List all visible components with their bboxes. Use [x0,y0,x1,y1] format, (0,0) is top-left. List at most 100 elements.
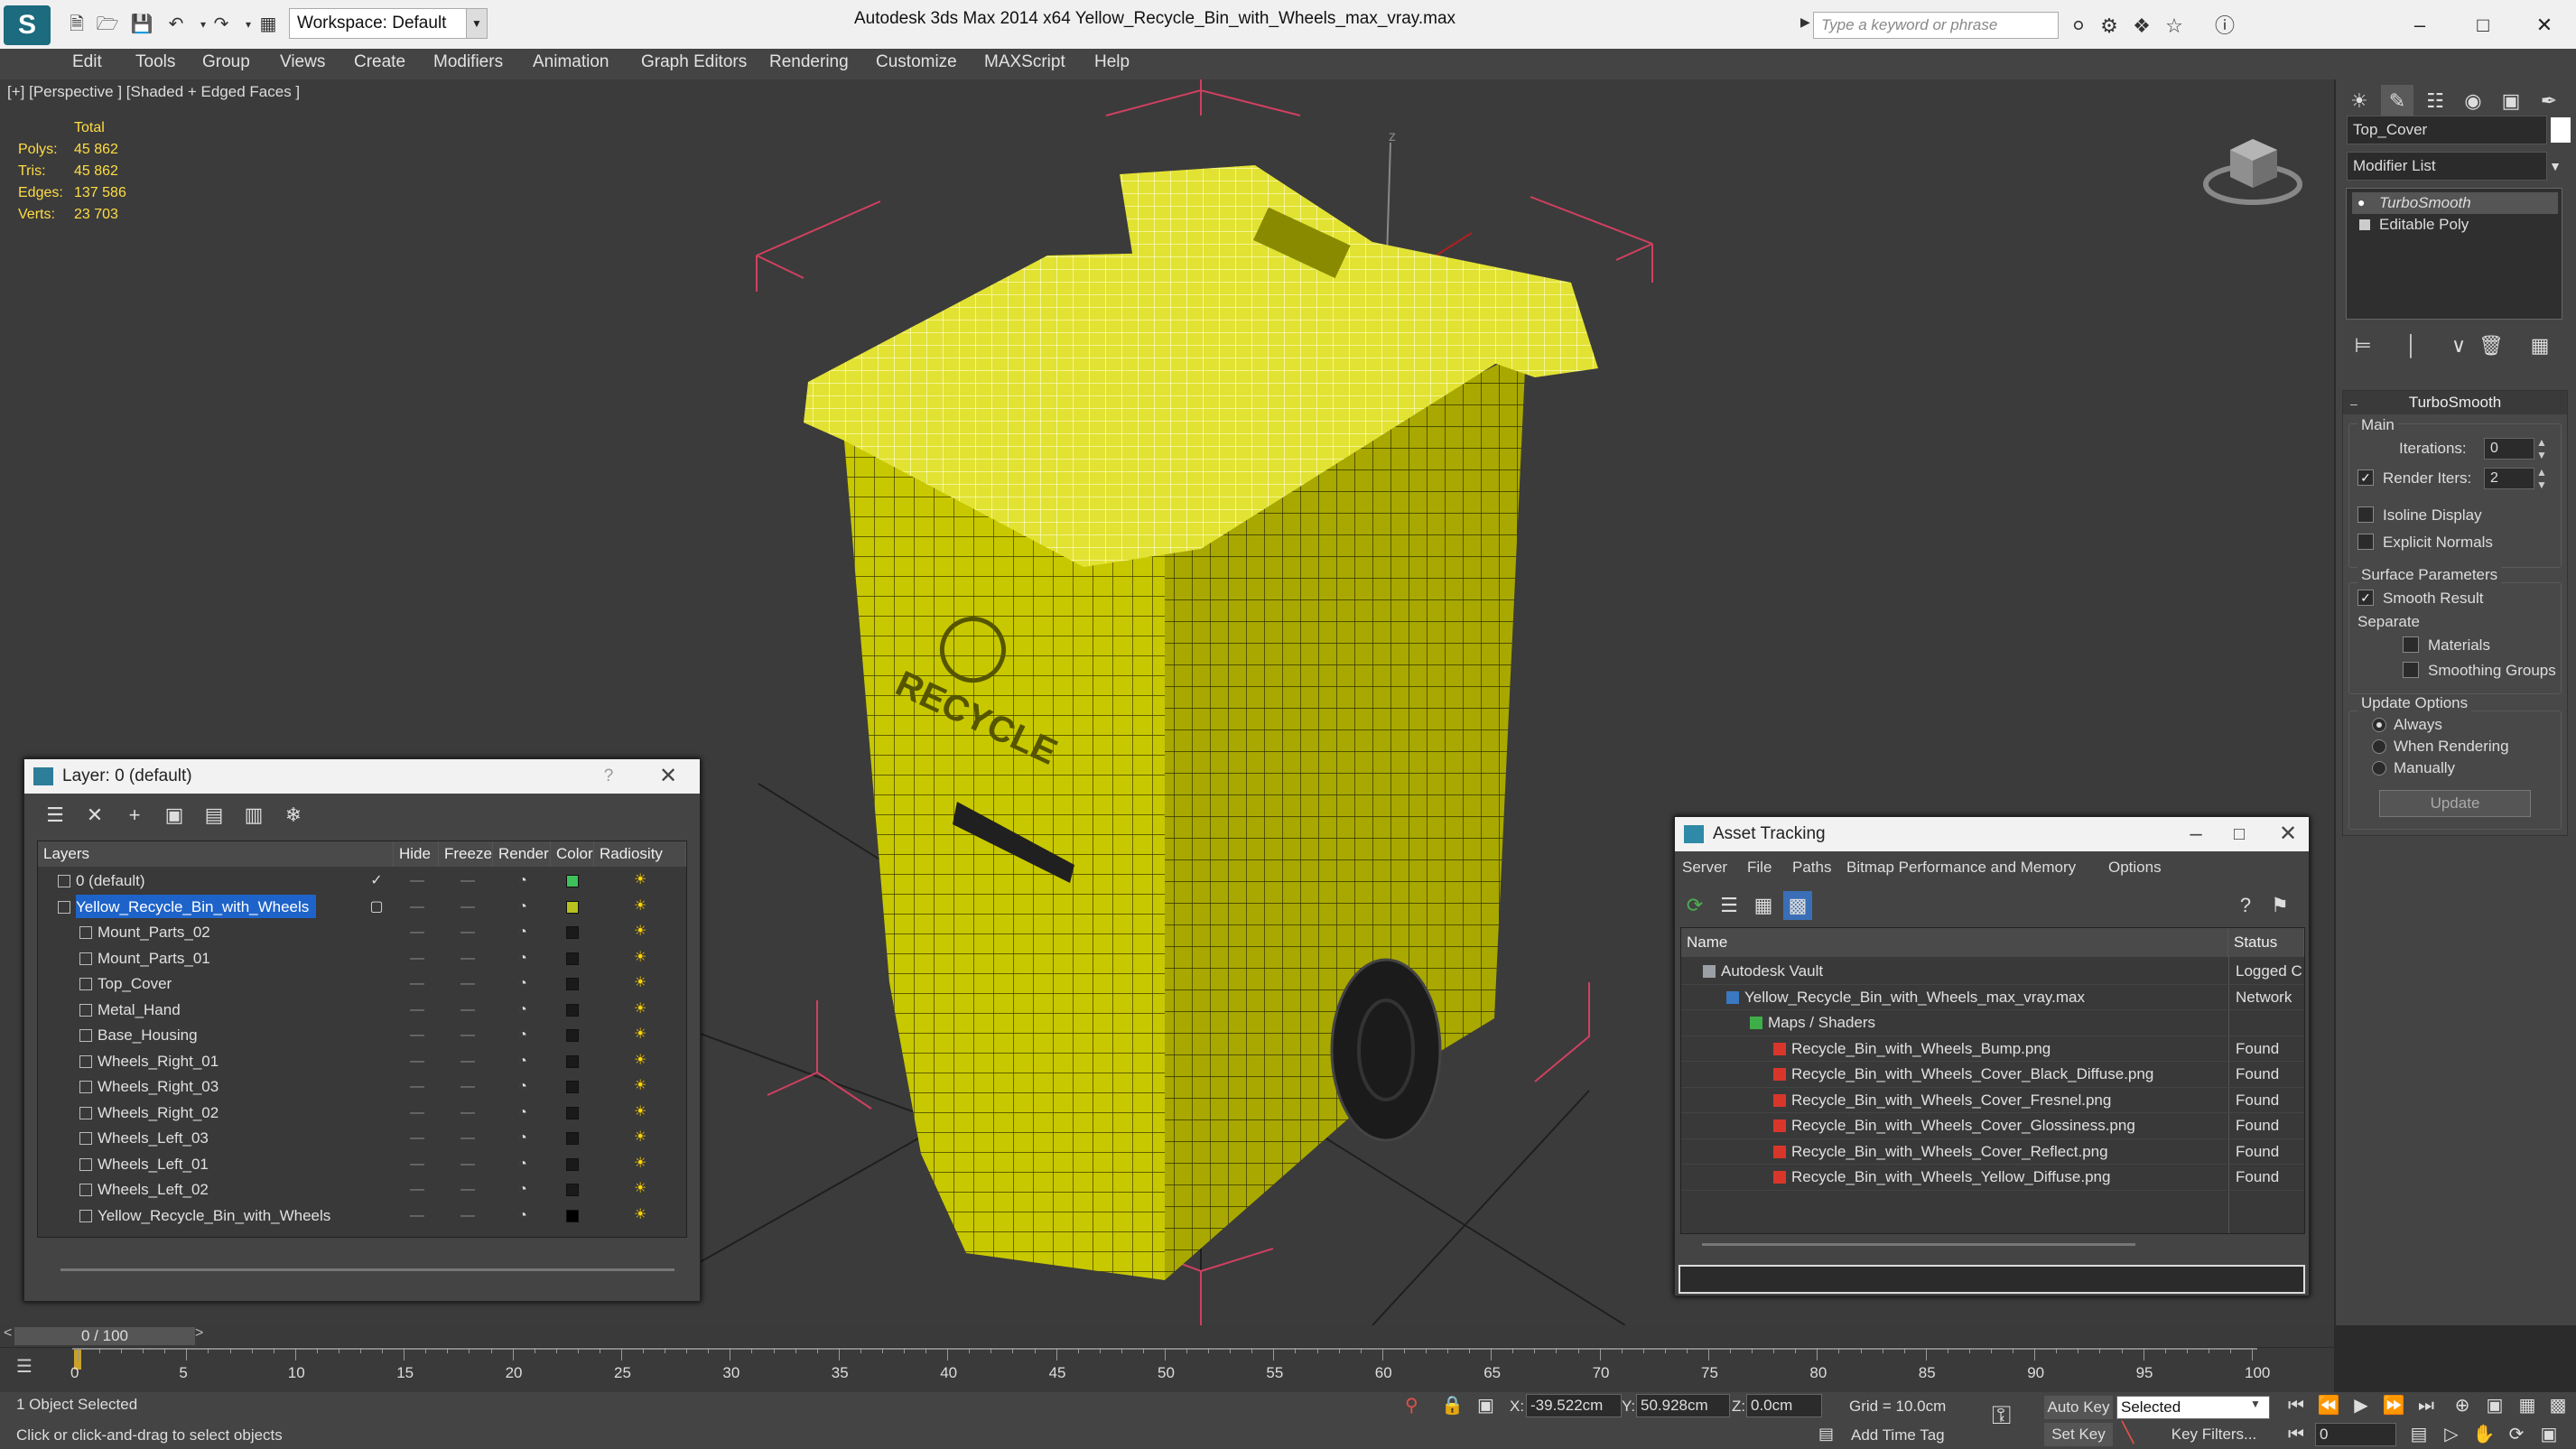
pin-stack-icon[interactable]: ⊨ [2349,332,2376,359]
layer-horizontal-scrollbar[interactable] [60,1268,674,1271]
key-selection-dropdown[interactable]: Selected [2116,1396,2270,1419]
highlight-layer-icon[interactable]: ▤ [200,801,228,830]
workspace-select[interactable]: Workspace: Default [289,8,477,39]
hide-toggle[interactable]: — [401,868,433,894]
radiosity-bulb-icon[interactable]: ☀ [634,1079,648,1093]
asset-row[interactable]: Autodesk Vault Logged C [1681,959,2304,985]
radiosity-bulb-icon[interactable]: ☀ [634,1156,648,1171]
asset-path-field[interactable] [1679,1265,2305,1294]
column-render[interactable]: Render [493,841,551,867]
grid-view-icon[interactable]: ▩ [1783,891,1812,920]
asset-row[interactable]: Recycle_Bin_with_Wheels_Cover_Black_Diff… [1681,1062,2304,1088]
freeze-toggle[interactable]: — [451,1203,484,1229]
radiosity-bulb-icon[interactable]: ☀ [634,1104,648,1119]
viewport-label-menu[interactable]: [+] [Perspective ] [Shaded + Edged Faces… [7,83,300,101]
when-rendering-radio[interactable] [2372,739,2386,754]
render-teapot-icon[interactable]: ◔ [509,1049,536,1074]
freeze-toggle[interactable]: — [451,1126,484,1151]
layer-row[interactable]: Wheels_Right_01 — — ◔ ☀ [38,1049,686,1075]
utilities-tab-icon[interactable]: ✒ [2533,85,2565,117]
rollout-collapse-icon[interactable]: – [2350,396,2357,411]
hide-toggle[interactable]: — [401,1152,433,1177]
favorites-star-icon[interactable]: ☆ [2162,14,2187,39]
radiosity-bulb-icon[interactable]: ☀ [634,1053,648,1068]
workspace-dropdown-icon[interactable]: ▼ [466,8,488,39]
key-filters-button[interactable]: Key Filters... [2160,1423,2268,1446]
materials-checkbox[interactable] [2403,636,2419,653]
layer-name[interactable]: Top_Cover [98,971,179,995]
make-unique-icon[interactable]: ∨ [2445,332,2472,359]
always-radio[interactable] [2372,718,2386,732]
binoculars-icon[interactable]: ⚪ [2066,14,2091,39]
menu-rendering[interactable]: Rendering [769,52,849,72]
app-logo-button[interactable]: S [4,5,51,45]
hierarchy-tab-icon[interactable]: ☷ [2419,85,2451,117]
menu-maxscript[interactable]: MAXScript [984,52,1065,72]
refresh-icon[interactable]: ⟳ [1680,891,1709,920]
render-iters-checkbox[interactable]: ✓ [2357,469,2374,486]
render-teapot-icon[interactable]: ◔ [509,868,536,894]
asset-help-icon[interactable]: ? [2231,891,2260,920]
radiosity-bulb-icon[interactable]: ☀ [634,1130,648,1145]
create-layer-icon[interactable]: ☰ [41,801,70,830]
play-icon[interactable]: ▶ [2348,1392,2375,1419]
explicit-normals-checkbox[interactable] [2357,534,2374,550]
layer-color-swatch[interactable] [566,900,579,914]
save-file-icon[interactable]: 💾 [130,13,153,36]
time-tag-icon[interactable]: ▤ [1818,1425,1834,1444]
layer-row[interactable]: Wheels_Right_03 — — ◔ ☀ [38,1074,686,1101]
time-slider-thumb[interactable]: 0 / 100 [14,1327,195,1345]
viewcube-icon[interactable] [2194,114,2311,213]
orbit-icon[interactable]: ⟳ [2503,1421,2530,1448]
menu-modifiers[interactable]: Modifiers [433,52,503,72]
column-freeze[interactable]: Freeze [439,841,493,867]
radiosity-bulb-icon[interactable]: ☀ [634,976,648,990]
undo-icon[interactable]: ↶ [164,13,188,36]
render-teapot-icon[interactable]: ◔ [509,971,536,997]
maximize-window-icon[interactable]: □ [2458,7,2508,43]
search-input[interactable]: Type a keyword or phrase [1813,12,2059,39]
render-teapot-icon[interactable]: ◔ [509,1203,536,1229]
layer-color-swatch[interactable] [566,1081,579,1093]
isolate-selection-icon[interactable]: ⚲ [1405,1394,1418,1416]
layer-color-swatch[interactable] [566,952,579,965]
remove-modifier-icon[interactable]: 🗑 [2478,332,2505,359]
layer-name[interactable]: Wheels_Left_02 [98,1177,216,1201]
column-status[interactable]: Status [2228,928,2304,957]
add-time-tag-button[interactable]: Add Time Tag [1851,1426,1945,1444]
minimize-window-icon[interactable]: – [2395,7,2445,43]
radiosity-bulb-icon[interactable]: ☀ [634,873,648,887]
freeze-toggle[interactable]: — [451,920,484,945]
asset-menu-paths[interactable]: Paths [1792,859,1831,877]
radiosity-bulb-icon[interactable]: ☀ [634,950,648,965]
spinner-arrows-icon[interactable]: ▲ ▼ [2536,436,2547,461]
z-coord-field[interactable]: 0.0cm [1746,1394,1822,1417]
open-file-icon[interactable]: 🗁 [96,13,119,36]
layer-row[interactable]: Top_Cover — — ◔ ☀ [38,971,686,998]
asset-horizontal-scrollbar[interactable] [1702,1243,2135,1246]
radiosity-bulb-icon[interactable]: ☀ [634,1182,648,1196]
layer-dialog-help-icon[interactable]: ? [593,763,624,790]
go-to-end-icon[interactable]: ⏭ [2413,1392,2440,1419]
render-teapot-icon[interactable]: ◔ [509,895,536,920]
menu-group[interactable]: Group [202,52,250,72]
hide-toggle[interactable]: — [401,998,433,1023]
asset-close-icon[interactable]: ✕ [2273,821,2303,848]
redo-icon[interactable]: ↷ [209,13,233,36]
y-coord-field[interactable]: 50.928cm [1636,1394,1730,1417]
asset-context-help-icon[interactable]: ⚑ [2265,891,2294,920]
hide-toggle[interactable]: — [401,1177,433,1203]
smoothing-groups-checkbox[interactable] [2403,662,2419,678]
layer-dialog-close-icon[interactable]: ✕ [653,763,684,790]
layer-color-swatch[interactable] [566,875,579,887]
configure-sets-icon[interactable]: ▦ [2526,332,2553,359]
show-end-result-icon[interactable]: │ [2398,332,2425,359]
delete-layer-icon[interactable]: ✕ [80,801,109,830]
layer-row[interactable]: Mount_Parts_02 — — ◔ ☀ [38,920,686,946]
previous-frame-icon[interactable]: ⏪ [2315,1392,2342,1419]
layer-name[interactable]: Yellow_Recycle_Bin_with_Wheels [76,894,317,918]
list-view-icon[interactable]: ☰ [1715,891,1744,920]
maximize-viewport-icon[interactable]: ▩ [2544,1392,2571,1419]
layer-color-swatch[interactable] [566,1132,579,1145]
set-key-button[interactable]: Set Key [2044,1423,2113,1446]
